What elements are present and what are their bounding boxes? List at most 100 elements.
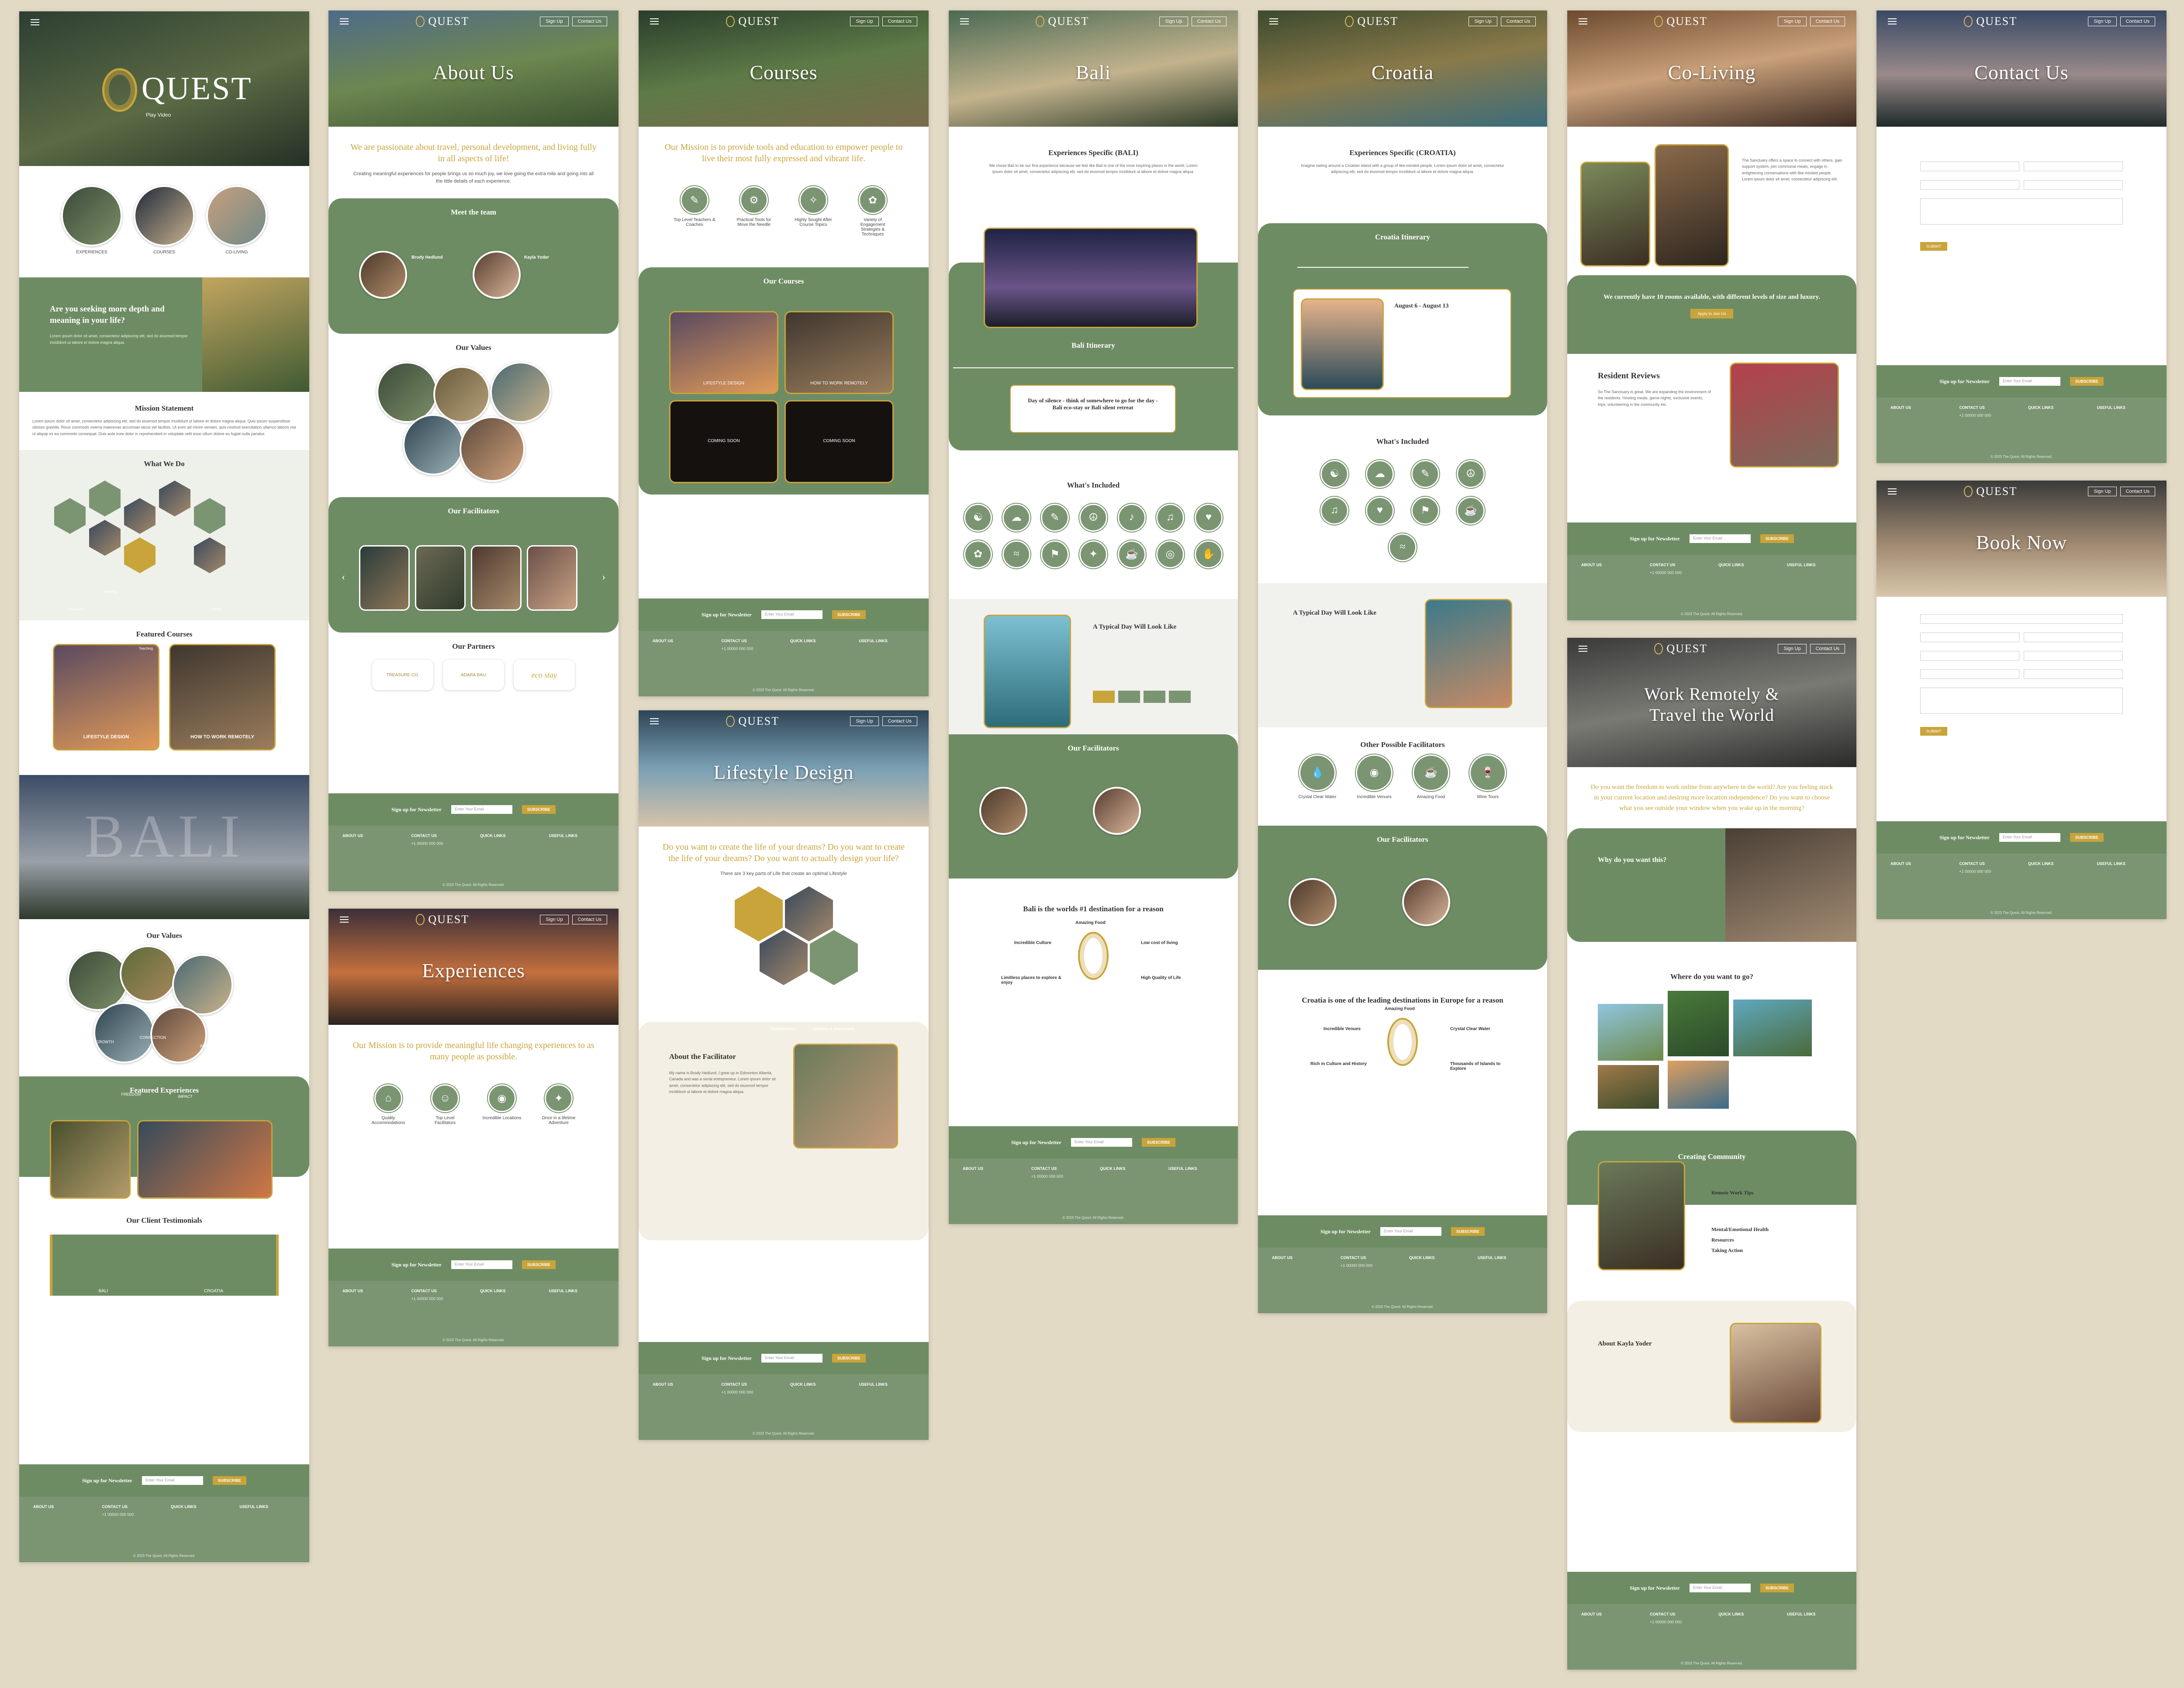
experience-card-croatia[interactable] [137, 1120, 273, 1199]
course-card[interactable]: COMING SOON [669, 400, 778, 483]
day-tab[interactable] [1093, 690, 1115, 703]
newsletter-input[interactable]: Enter Your Email [1999, 833, 2060, 842]
hex-relationships[interactable] [760, 930, 808, 986]
day-tab[interactable] [1169, 690, 1191, 703]
sign-up-button[interactable]: Sign Up [2088, 17, 2117, 26]
experience-select[interactable] [1920, 614, 2123, 624]
day-tab[interactable] [1118, 690, 1140, 703]
hex-travel[interactable] [194, 498, 225, 534]
facilitator-card[interactable] [415, 545, 466, 611]
contact-us-button[interactable]: Contact Us [1500, 17, 1536, 26]
date-select[interactable] [1920, 651, 2019, 661]
contact-us-button[interactable]: Contact Us [882, 17, 917, 26]
course-card-remote[interactable]: HOW TO WORK REMOTELY [169, 644, 276, 751]
sign-up-button[interactable]: Sign Up [850, 716, 879, 726]
guests-field[interactable] [2024, 651, 2123, 661]
subscribe-button[interactable]: SUBSCRIBE [2070, 833, 2104, 842]
hex-inspiration[interactable] [54, 498, 86, 534]
subscribe-button[interactable]: SUBSCRIBE [522, 805, 556, 814]
message-field[interactable] [1920, 198, 2123, 225]
sign-up-button[interactable]: Sign Up [1778, 17, 1807, 26]
logo-text[interactable]: QUEST [1976, 485, 2017, 498]
sign-up-button[interactable]: Sign Up [540, 915, 569, 924]
gender-select[interactable] [1920, 669, 2019, 679]
sign-up-button[interactable]: Sign Up [2088, 487, 2117, 496]
logo-text[interactable]: QUEST [1976, 15, 2017, 28]
hex-wealth[interactable] [785, 886, 833, 942]
menu-icon[interactable] [960, 18, 969, 24]
newsletter-input[interactable]: Enter Your Email [761, 1354, 822, 1363]
newsletter-input[interactable]: Enter Your Email [451, 805, 512, 814]
newsletter-input[interactable]: Enter Your Email [1380, 1227, 1441, 1236]
logo-text[interactable]: QUEST [1357, 15, 1398, 28]
newsletter-input[interactable]: Enter Your Email [1071, 1138, 1132, 1147]
contact-us-button[interactable]: Contact Us [1191, 17, 1227, 26]
chevron-right-icon[interactable]: › [602, 571, 605, 583]
hex-hobbies[interactable] [810, 930, 858, 986]
logo-text[interactable]: QUEST [738, 15, 779, 28]
logo-text[interactable]: QUEST [1048, 15, 1089, 28]
contact-us-button[interactable]: Contact Us [1810, 17, 1845, 26]
contact-us-button[interactable]: Contact Us [2120, 487, 2155, 496]
course-card[interactable]: HOW TO WORK REMOTELY [784, 311, 894, 394]
subscribe-button[interactable]: SUBSCRIBE [212, 1476, 246, 1485]
course-card-lifestyle[interactable]: LIFESTYLE DESIGN [53, 644, 159, 751]
newsletter-input[interactable]: Enter Your Email [142, 1476, 203, 1485]
subscribe-button[interactable]: SUBSCRIBE [832, 1354, 866, 1363]
hex-health[interactable] [735, 886, 783, 942]
menu-icon[interactable] [1888, 488, 1897, 495]
newsletter-input[interactable]: Enter Your Email [451, 1260, 512, 1269]
apply-button[interactable]: Apply to Join Us [1690, 309, 1733, 318]
menu-icon[interactable] [1579, 646, 1587, 652]
course-card[interactable]: LIFESTYLE DESIGN [669, 311, 778, 394]
community-list-item[interactable]: Taking Action [1711, 1245, 1769, 1256]
subscribe-button[interactable]: SUBSCRIBE [1451, 1227, 1485, 1236]
facilitator-card[interactable] [527, 545, 577, 611]
first-name-field[interactable] [1920, 162, 2019, 171]
phone-field[interactable] [2024, 669, 2123, 679]
submit-button[interactable]: SUBMIT [1920, 242, 1948, 251]
menu-icon[interactable] [1269, 18, 1278, 24]
subscribe-button[interactable]: SUBSCRIBE [832, 610, 866, 619]
menu-icon[interactable] [1579, 18, 1587, 24]
contact-us-button[interactable]: Contact Us [882, 716, 917, 726]
subscribe-button[interactable]: SUBSCRIBE [2070, 377, 2104, 386]
logo-text[interactable]: QUEST [428, 913, 469, 926]
sign-up-button[interactable]: Sign Up [850, 17, 879, 26]
sign-up-button[interactable]: Sign Up [1469, 17, 1497, 26]
menu-icon[interactable] [340, 917, 349, 923]
menu-icon[interactable] [340, 18, 349, 24]
course-card[interactable]: COMING SOON [784, 400, 894, 483]
sign-up-button[interactable]: Sign Up [540, 17, 569, 26]
message-field[interactable] [1920, 688, 2123, 714]
newsletter-input[interactable]: Enter Your Email [1689, 1584, 1751, 1592]
contact-us-button[interactable]: Contact Us [572, 915, 607, 924]
newsletter-input[interactable]: Enter Your Email [1999, 377, 2060, 386]
menu-icon[interactable] [650, 18, 659, 24]
logo-text[interactable]: QUEST [1666, 642, 1707, 655]
chevron-left-icon[interactable]: ‹ [342, 571, 345, 583]
menu-icon[interactable] [1888, 18, 1897, 24]
menu-icon[interactable] [31, 19, 39, 25]
sign-up-button[interactable]: Sign Up [1778, 644, 1807, 654]
email-field[interactable] [1920, 180, 2019, 190]
facilitator-card[interactable] [471, 545, 522, 611]
facilitator-card[interactable] [359, 545, 410, 611]
logo-text[interactable]: QUEST [1666, 15, 1707, 28]
sign-up-button[interactable]: Sign Up [1159, 17, 1188, 26]
subscribe-button[interactable]: SUBSCRIBE [1141, 1138, 1175, 1147]
name-field[interactable] [1920, 633, 2019, 642]
community-list-item[interactable]: Mental/Emotional Health [1711, 1224, 1769, 1235]
community-list-item[interactable]: Resources [1711, 1235, 1769, 1245]
submit-button[interactable]: SUBMIT [1920, 727, 1948, 736]
newsletter-input[interactable]: Enter Your Email [1689, 534, 1751, 543]
email-field[interactable] [2024, 633, 2123, 642]
phone-field[interactable] [2024, 180, 2123, 190]
newsletter-input[interactable]: Enter Your Email [761, 610, 822, 619]
logo-text[interactable]: QUEST [428, 15, 469, 28]
pillar-experiences[interactable]: EXPERIENCES [61, 185, 122, 255]
subscribe-button[interactable]: SUBSCRIBE [1760, 534, 1794, 543]
pillar-courses[interactable]: COURSES [134, 185, 195, 255]
day-tab[interactable] [1144, 690, 1165, 703]
menu-icon[interactable] [650, 718, 659, 724]
